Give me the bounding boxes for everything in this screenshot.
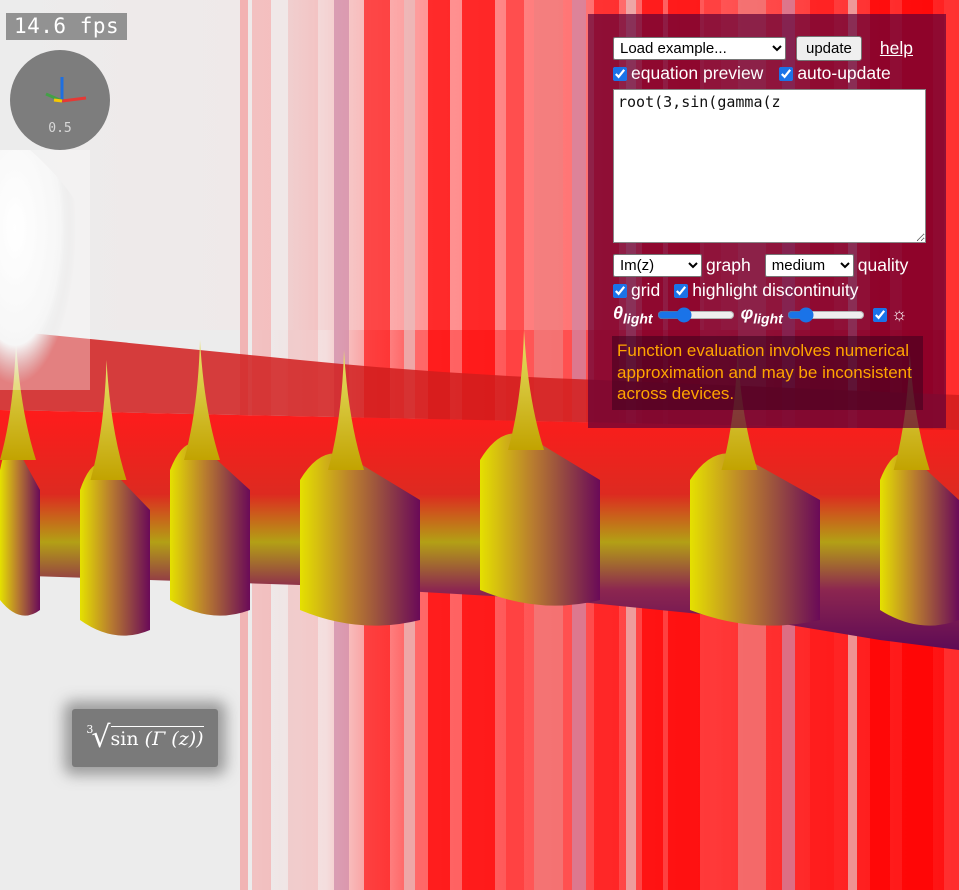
sun-icon: ☼ [890,304,908,325]
quality-select[interactable]: medium [764,254,854,277]
zoom-scale: 0.5 [48,121,72,136]
auto-update-label: auto-update [797,63,891,83]
function-name: sin [110,728,139,750]
highlight-discontinuity-label: highlight discontinuity [692,280,859,300]
radicand: sin (Γ (z)) [110,726,204,750]
equation-preview-checkbox[interactable] [613,66,627,81]
update-button[interactable]: update [796,36,862,61]
help-link[interactable]: help [880,38,913,59]
example-select[interactable]: Load example... [613,37,786,60]
equation-preview-label: equation preview [631,63,764,83]
light-checkbox[interactable] [872,307,887,322]
equation-input[interactable] [613,89,926,243]
axis-gizmo[interactable]: 0.5 [10,50,110,150]
theta-light-label: θlight [613,303,653,327]
graph-label: graph [706,255,751,275]
quality-label: quality [857,255,909,275]
highlight-discontinuity-checkbox[interactable] [674,283,689,298]
grid-checkbox[interactable] [613,283,627,298]
auto-update-checkbox[interactable] [779,66,794,81]
phi-light-label: φlight [740,303,783,327]
control-panel: Load example... update help equation pre… [588,14,946,428]
grid-label: grid [631,280,661,300]
warning-message: Function evaluation involves numerical a… [612,336,923,410]
fps-counter: 14.6 fps [6,13,128,40]
theta-light-slider[interactable] [656,306,735,323]
equation-preview: 3 √ sin (Γ (z)) [72,709,218,767]
root-index: 3 [86,722,94,736]
function-argument: (Γ (z)) [144,728,204,750]
phi-light-slider[interactable] [786,306,865,323]
radical-icon: √ [91,720,111,755]
graph-select[interactable]: Im(z) [613,254,702,277]
